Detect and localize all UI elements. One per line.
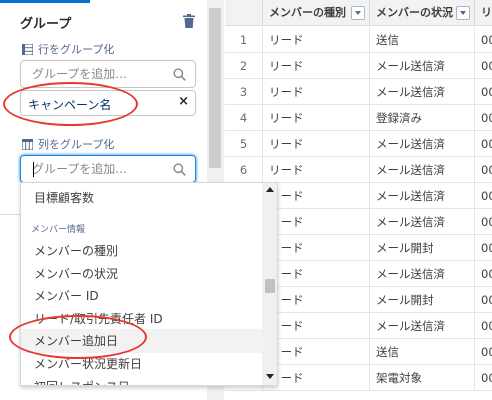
member-type-cell: リード bbox=[263, 287, 370, 313]
row-group-label: 行をグループ化 bbox=[38, 43, 115, 56]
member-type-cell: リード bbox=[263, 27, 370, 53]
row-number-header bbox=[225, 0, 263, 26]
member-type-cell: リード bbox=[263, 183, 370, 209]
member-type-cell: リード bbox=[263, 157, 370, 183]
row-number-cell: 6 bbox=[225, 157, 263, 183]
panel-scrollbar-thumb[interactable] bbox=[209, 8, 221, 168]
member-status-cell: メール送信済 bbox=[370, 313, 475, 339]
partial-cell: 00 bbox=[475, 183, 492, 209]
row-number-cell: 2 bbox=[225, 53, 263, 79]
member-status-cell: メール送信済 bbox=[370, 261, 475, 287]
partial-cell: 00 bbox=[475, 131, 492, 157]
partial-cell: 00 bbox=[475, 157, 492, 183]
row-number-cell: 3 bbox=[225, 79, 263, 105]
column-group-search-input[interactable] bbox=[21, 156, 171, 182]
column-menu-icon[interactable] bbox=[456, 6, 470, 20]
member-status-cell: メール開封 bbox=[370, 287, 475, 313]
member-type-cell: リード bbox=[263, 235, 370, 261]
row-number-cell: 4 bbox=[225, 105, 263, 131]
scroll-down-icon[interactable] bbox=[266, 374, 274, 379]
column-header-partial[interactable]: リ bbox=[475, 0, 492, 26]
partial-cell: 00 bbox=[475, 261, 492, 287]
scroll-up-icon[interactable] bbox=[266, 187, 274, 192]
panel-active-indicator bbox=[0, 0, 90, 3]
column-group-section-label: 列をグループ化 bbox=[22, 136, 114, 152]
trash-icon[interactable] bbox=[183, 14, 195, 28]
member-type-cell: リード bbox=[263, 131, 370, 157]
partial-cell: 00 bbox=[475, 365, 492, 391]
table-row[interactable]: 2リードメール送信済00 bbox=[225, 53, 492, 79]
dropdown-option[interactable]: メンバーの状況 bbox=[21, 262, 262, 286]
member-status-cell: 送信 bbox=[370, 27, 475, 53]
member-type-cell: リード bbox=[263, 105, 370, 131]
partial-cell: 00 bbox=[475, 79, 492, 105]
member-type-cell: リード bbox=[263, 365, 370, 391]
column-header-member-type[interactable]: メンバーの種別 bbox=[263, 0, 370, 26]
column-group-label: 列をグループ化 bbox=[38, 138, 115, 151]
member-status-cell: 架電対象 bbox=[370, 365, 475, 391]
table-row[interactable]: 1リード送信00 bbox=[225, 27, 492, 53]
table-row[interactable]: 3リードメール送信済00 bbox=[225, 79, 492, 105]
member-type-cell: リード bbox=[263, 339, 370, 365]
columns-icon bbox=[22, 138, 33, 150]
panel-title: グループ bbox=[20, 17, 72, 32]
remove-icon[interactable]: × bbox=[178, 94, 189, 109]
group-options-dropdown: 目標顧客数 メンバー情報 メンバーの種別 メンバーの状況 メンバー ID リード/取引… bbox=[20, 182, 278, 386]
column-group-search[interactable] bbox=[20, 155, 196, 183]
rows-icon bbox=[22, 43, 33, 55]
member-status-cell: メール送信済 bbox=[370, 53, 475, 79]
text-caret bbox=[33, 162, 34, 177]
row-group-pill-label: キャンペーン名 bbox=[28, 98, 112, 112]
table-row[interactable]: 5リードメール送信済00 bbox=[225, 131, 492, 157]
member-type-cell: リード bbox=[263, 53, 370, 79]
partial-cell: 00 bbox=[475, 287, 492, 313]
dropdown-scrollbar[interactable] bbox=[262, 183, 277, 385]
dropdown-option[interactable]: メンバー追加日 bbox=[21, 329, 262, 354]
member-status-cell: 送信 bbox=[370, 339, 475, 365]
dropdown-option[interactable]: メンバー ID bbox=[21, 284, 262, 308]
member-status-cell: メール送信済 bbox=[370, 209, 475, 235]
partial-cell: 00 bbox=[475, 313, 492, 339]
dropdown-option[interactable]: 目標顧客数 bbox=[21, 186, 262, 210]
partial-cell: 00 bbox=[475, 27, 492, 53]
dropdown-option[interactable]: メンバーの種別 bbox=[21, 239, 262, 263]
partial-cell: 00 bbox=[475, 339, 492, 365]
partial-cell: 00 bbox=[475, 209, 492, 235]
row-number-cell: 5 bbox=[225, 131, 263, 157]
dropdown-option[interactable]: 初回レスポンス日 bbox=[21, 375, 262, 385]
table-row[interactable]: 4リード登録済み00 bbox=[225, 105, 492, 131]
member-status-cell: 登録済み bbox=[370, 105, 475, 131]
table-row[interactable]: 6リードメール送信済00 bbox=[225, 157, 492, 183]
search-icon bbox=[173, 68, 186, 81]
member-type-cell: リード bbox=[263, 261, 370, 287]
row-group-pill[interactable]: キャンペーン名 × bbox=[20, 90, 196, 116]
column-menu-icon[interactable] bbox=[351, 6, 365, 20]
member-status-cell: メール送信済 bbox=[370, 79, 475, 105]
partial-cell: 00 bbox=[475, 53, 492, 79]
row-group-search[interactable] bbox=[20, 60, 196, 88]
member-status-cell: メール送信済 bbox=[370, 131, 475, 157]
row-number-cell: 1 bbox=[225, 27, 263, 53]
member-status-cell: メール送信済 bbox=[370, 183, 475, 209]
member-type-cell: リード bbox=[263, 313, 370, 339]
dropdown-scrollbar-thumb[interactable] bbox=[265, 279, 275, 293]
dropdown-option[interactable]: メンバー状況更新日 bbox=[21, 352, 262, 376]
row-group-search-input[interactable] bbox=[21, 61, 171, 87]
row-group-section-label: 行をグループ化 bbox=[22, 41, 114, 57]
table-header: メンバーの種別 メンバーの状況 リ bbox=[225, 0, 492, 26]
member-status-cell: メール送信済 bbox=[370, 157, 475, 183]
dropdown-section-header: メンバー情報 bbox=[31, 225, 86, 235]
member-type-cell: リード bbox=[263, 209, 370, 235]
search-icon bbox=[173, 163, 186, 176]
partial-cell: 00 bbox=[475, 235, 492, 261]
member-type-cell: リード bbox=[263, 79, 370, 105]
column-header-member-status[interactable]: メンバーの状況 bbox=[370, 0, 475, 26]
member-status-cell: メール開封 bbox=[370, 235, 475, 261]
partial-cell: 00 bbox=[475, 105, 492, 131]
dropdown-option[interactable]: リード/取引先責任者 ID bbox=[21, 307, 262, 331]
